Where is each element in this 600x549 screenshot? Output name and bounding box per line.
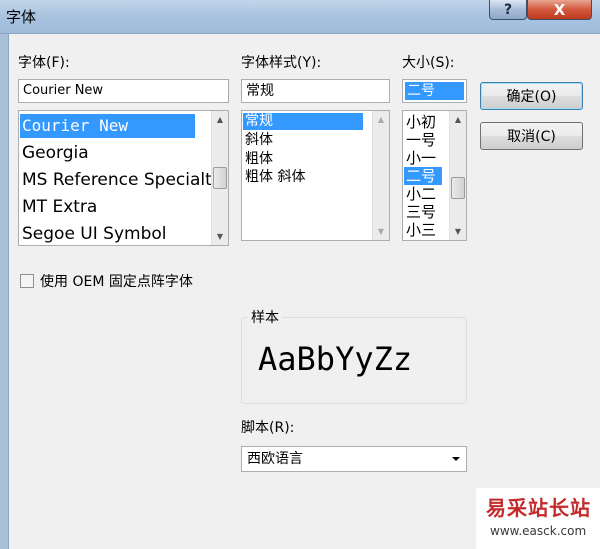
font-label: 字体(F):	[18, 55, 70, 71]
script-select-value: 西欧语言	[247, 451, 303, 467]
font-list-item[interactable]: Segoe UI Symbol	[20, 222, 167, 245]
cancel-button[interactable]: 取消(C)	[480, 122, 583, 150]
style-label: 字体样式(Y):	[241, 55, 322, 71]
font-size-input-text: 二号	[405, 82, 464, 100]
size-list-item[interactable]: 小三	[404, 221, 436, 239]
watermark-url: www.easck.com	[490, 524, 587, 538]
close-icon: X	[553, 0, 566, 19]
chevron-down-icon[interactable]	[452, 457, 460, 461]
font-style-input[interactable]: 常规	[241, 79, 390, 103]
size-label: 大小(S):	[402, 55, 455, 71]
style-list-item[interactable]: 粗体 斜体	[243, 169, 305, 186]
close-button[interactable]: X	[527, 0, 592, 20]
oem-font-checkbox[interactable]	[20, 274, 34, 288]
size-list-item[interactable]: 三号	[404, 203, 436, 221]
help-button[interactable]: ?	[489, 0, 527, 20]
script-label: 脚本(R):	[241, 420, 295, 436]
font-size-list[interactable]: 小初 一号 小一 二号 小二 三号 小三 ▲ ▼	[402, 110, 467, 241]
size-list-item[interactable]: 二号	[404, 167, 442, 185]
sample-title: 样本	[248, 307, 282, 327]
window-title: 字体	[6, 8, 37, 26]
scroll-thumb[interactable]	[213, 167, 227, 189]
scroll-up-arrow-icon[interactable]: ▲	[212, 111, 228, 128]
scroll-down-arrow-icon[interactable]: ▼	[212, 228, 228, 245]
font-size-input[interactable]: 二号	[402, 79, 467, 103]
font-list-item[interactable]: Georgia	[20, 141, 89, 165]
font-list-item[interactable]: MS Reference Specialt	[20, 168, 212, 192]
scroll-down-arrow-icon[interactable]: ▼	[450, 223, 466, 240]
oem-font-label[interactable]: 使用 OEM 固定点阵字体	[40, 271, 193, 291]
dialog-body: 字体(F): Courier New Courier New Georgia M…	[8, 34, 600, 549]
watermark: 易采站长站 www.easck.com	[476, 488, 600, 549]
scroll-up-arrow-icon[interactable]: ▲	[450, 111, 466, 128]
watermark-text: 易采站长站	[486, 496, 591, 520]
size-list-item[interactable]: 小初	[404, 113, 436, 131]
font-list-item[interactable]: MT Extra	[20, 195, 97, 219]
size-list-scrollbar[interactable]: ▲ ▼	[449, 111, 466, 240]
scroll-down-arrow-icon[interactable]: ▼	[373, 223, 389, 240]
font-name-input[interactable]: Courier New	[18, 79, 229, 103]
size-list-item[interactable]: 小二	[404, 185, 436, 203]
sample-preview-text: AaBbYyZz	[258, 340, 413, 378]
font-style-list[interactable]: 常规 斜体 粗体 粗体 斜体 ▲ ▼	[241, 110, 390, 241]
title-bar: 字体 ? X	[0, 0, 600, 34]
font-list[interactable]: Courier New Georgia MS Reference Special…	[18, 110, 229, 246]
scroll-thumb[interactable]	[451, 177, 465, 199]
size-list-item[interactable]: 小一	[404, 149, 436, 167]
style-list-item[interactable]: 斜体	[243, 132, 273, 149]
script-select[interactable]: 西欧语言	[241, 446, 467, 472]
font-list-scrollbar[interactable]: ▲ ▼	[211, 111, 228, 245]
scroll-up-arrow-icon[interactable]: ▲	[373, 111, 389, 128]
help-icon: ?	[503, 1, 513, 18]
size-list-item[interactable]: 一号	[404, 131, 436, 149]
font-list-item[interactable]: Courier New	[20, 114, 195, 138]
style-list-item[interactable]: 粗体	[243, 151, 273, 168]
ok-button[interactable]: 确定(O)	[480, 82, 583, 110]
style-list-item[interactable]: 常规	[243, 113, 363, 130]
style-list-scrollbar[interactable]: ▲ ▼	[372, 111, 389, 240]
